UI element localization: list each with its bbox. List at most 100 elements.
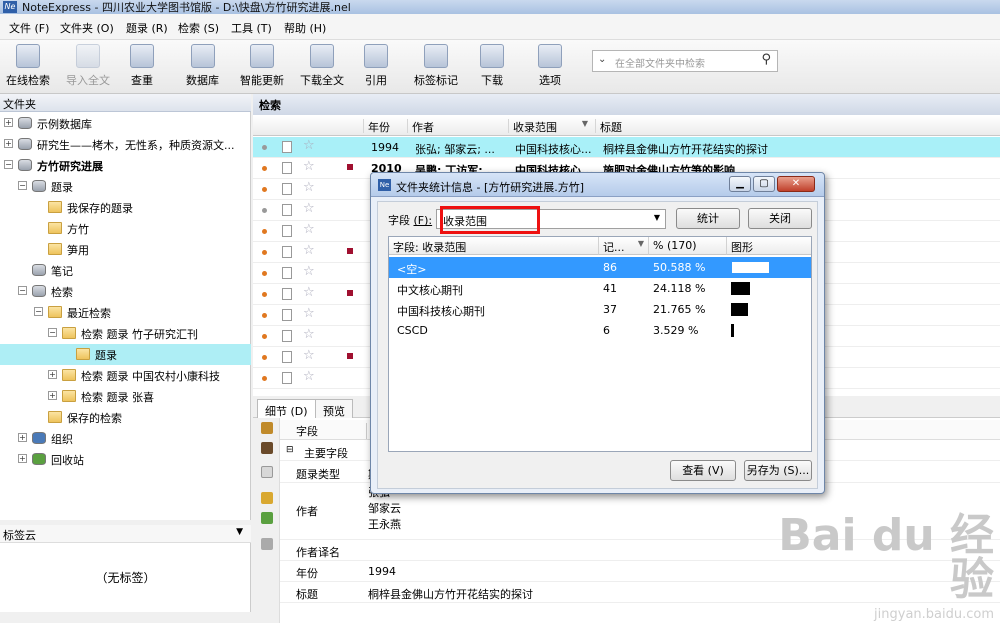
- star-icon[interactable]: ☆: [303, 243, 315, 258]
- tree-item[interactable]: + 研究生——栲木，无性系，种质资源文...: [0, 134, 251, 155]
- pane-menu-icon[interactable]: ▼: [236, 527, 243, 537]
- expand-icon[interactable]: +: [4, 139, 13, 148]
- stats-button[interactable]: 统计: [676, 208, 740, 229]
- collapse-icon[interactable]: −: [48, 328, 57, 337]
- maximize-icon[interactable]: ▢: [753, 176, 775, 192]
- tree-item[interactable]: + 回收站: [0, 449, 251, 470]
- save-as-button[interactable]: 另存为 (S)...: [744, 460, 812, 481]
- toolbar-button[interactable]: 在线检索: [6, 44, 50, 88]
- toolbar-button[interactable]: 查重: [130, 44, 154, 88]
- tree-item[interactable]: + 检索 题录 张喜: [0, 386, 251, 407]
- search-box[interactable]: ⌄ 在全部文件夹中检索 ⚲: [592, 50, 778, 72]
- chevron-down-icon[interactable]: ⌄: [598, 54, 606, 65]
- tree-item-label: 研究生——栲木，无性系，种质资源文...: [37, 139, 235, 152]
- stats-row[interactable]: <空> 86 50.588 %: [389, 257, 811, 278]
- book-icon[interactable]: [261, 442, 273, 454]
- minimize-icon[interactable]: ▁: [729, 176, 751, 192]
- expand-icon[interactable]: +: [18, 433, 27, 442]
- star-icon[interactable]: ☆: [303, 285, 315, 300]
- toolbar-button[interactable]: 智能更新: [240, 44, 284, 88]
- document-icon: [282, 351, 292, 363]
- grid-icon[interactable]: [261, 512, 273, 524]
- status-dot-icon: [262, 145, 267, 150]
- tab-detail[interactable]: 细节 (D): [257, 399, 316, 418]
- trash-icon: [32, 453, 46, 465]
- collapse-icon[interactable]: −: [4, 160, 13, 169]
- collapse-icon[interactable]: −: [18, 286, 27, 295]
- expand-icon[interactable]: +: [48, 370, 57, 379]
- collapse-icon[interactable]: −: [34, 307, 43, 316]
- stats-col-graph[interactable]: 图形: [727, 237, 811, 255]
- menu-item[interactable]: 文件夹 (O): [60, 20, 114, 36]
- tree-item[interactable]: + 检索 题录 中国农村小康科技: [0, 365, 251, 386]
- star-icon[interactable]: ☆: [303, 159, 315, 174]
- tree-item[interactable]: 笔记: [0, 260, 251, 281]
- tree-item-label: 检索 题录 竹子研究汇刊: [81, 328, 198, 341]
- menu-item[interactable]: 文件 (F): [9, 20, 49, 36]
- tree-item[interactable]: + 示例数据库: [0, 113, 251, 134]
- brush-icon[interactable]: [261, 492, 273, 504]
- lock-icon[interactable]: [261, 422, 273, 434]
- expand-icon[interactable]: +: [4, 118, 13, 127]
- tab-preview[interactable]: 预览: [315, 399, 353, 418]
- star-icon[interactable]: ☆: [303, 264, 315, 279]
- database-icon: [190, 44, 215, 68]
- close-button[interactable]: 关闭: [748, 208, 812, 229]
- tree-item[interactable]: − 方竹研究进展: [0, 155, 251, 176]
- tree-item[interactable]: 题录: [0, 344, 251, 365]
- view-button[interactable]: 查看 (V): [670, 460, 736, 481]
- copy-icon[interactable]: [261, 466, 273, 478]
- tree-item[interactable]: − 最近检索: [0, 302, 251, 323]
- collapse-icon[interactable]: −: [18, 181, 27, 190]
- star-icon[interactable]: ☆: [303, 369, 315, 384]
- table-row[interactable]: ☆ 1994 张弘; 邹家云; ... 中国科技核心... 桐梓县金佛山方竹开花结实的探…: [253, 137, 1000, 158]
- stats-row[interactable]: CSCD 6 3.529 %: [389, 320, 811, 341]
- star-icon[interactable]: ☆: [303, 348, 315, 363]
- stats-col-pct[interactable]: % (170): [649, 237, 727, 255]
- stats-row[interactable]: 中国科技核心期刊 37 21.765 %: [389, 299, 811, 320]
- expand-icon[interactable]: +: [48, 391, 57, 400]
- tree-item[interactable]: − 检索: [0, 281, 251, 302]
- col-scope[interactable]: 收录范围 ▼: [508, 119, 594, 134]
- tree-item[interactable]: 笋用: [0, 239, 251, 260]
- toolbar-button[interactable]: 标签标记: [414, 44, 458, 88]
- star-icon[interactable]: ☆: [303, 222, 315, 237]
- detail-value[interactable]: 桐梓县金佛山方竹开花结实的探讨: [368, 586, 533, 602]
- star-icon[interactable]: ☆: [303, 201, 315, 216]
- star-icon[interactable]: ☆: [303, 138, 315, 153]
- detail-key: 年份: [296, 567, 318, 580]
- toolbar-button[interactable]: 引用: [364, 44, 388, 88]
- star-icon[interactable]: ☆: [303, 327, 315, 342]
- attach-icon[interactable]: [261, 538, 273, 550]
- star-icon[interactable]: ☆: [303, 306, 315, 321]
- detail-value[interactable]: 1994: [368, 565, 396, 578]
- col-author[interactable]: 作者: [407, 119, 434, 134]
- toolbar-button[interactable]: 数据库: [186, 44, 219, 88]
- tree-item[interactable]: 方竹: [0, 218, 251, 239]
- dialog-titlebar[interactable]: Ne 文件夹统计信息 - [方竹研究进展.方竹] ▁ ▢ ✕: [371, 173, 824, 197]
- search-icon[interactable]: ⚲: [761, 52, 771, 67]
- detail-sidebar: [253, 418, 280, 623]
- tree-item[interactable]: 我保存的题录: [0, 197, 251, 218]
- collapse-icon[interactable]: ⊟: [286, 445, 294, 455]
- menu-item[interactable]: 工具 (T): [231, 20, 272, 36]
- menu-item[interactable]: 帮助 (H): [284, 20, 326, 36]
- toolbar-button[interactable]: 下载全文: [300, 44, 344, 88]
- stats-col-count[interactable]: 记... ▼: [599, 237, 649, 255]
- expand-icon[interactable]: +: [18, 454, 27, 463]
- close-icon[interactable]: ✕: [777, 176, 815, 192]
- tree-item[interactable]: − 检索 题录 竹子研究汇刊: [0, 323, 251, 344]
- tree-item[interactable]: − 题录: [0, 176, 251, 197]
- stats-row[interactable]: 中文核心期刊 41 24.118 %: [389, 278, 811, 299]
- menu-item[interactable]: 题录 (R): [126, 20, 168, 36]
- stats-col-field[interactable]: 字段: 收录范围: [389, 237, 599, 255]
- toolbar-button[interactable]: 下载: [480, 44, 504, 88]
- col-year[interactable]: 年份: [363, 119, 390, 134]
- menu-item[interactable]: 检索 (S): [178, 20, 219, 36]
- tree-item[interactable]: 保存的检索: [0, 407, 251, 428]
- toolbar-button[interactable]: 选项: [538, 44, 562, 88]
- col-title[interactable]: 标题: [595, 119, 622, 134]
- star-icon[interactable]: ☆: [303, 180, 315, 195]
- tree-item[interactable]: + 组织: [0, 428, 251, 449]
- document-icon: [282, 162, 292, 174]
